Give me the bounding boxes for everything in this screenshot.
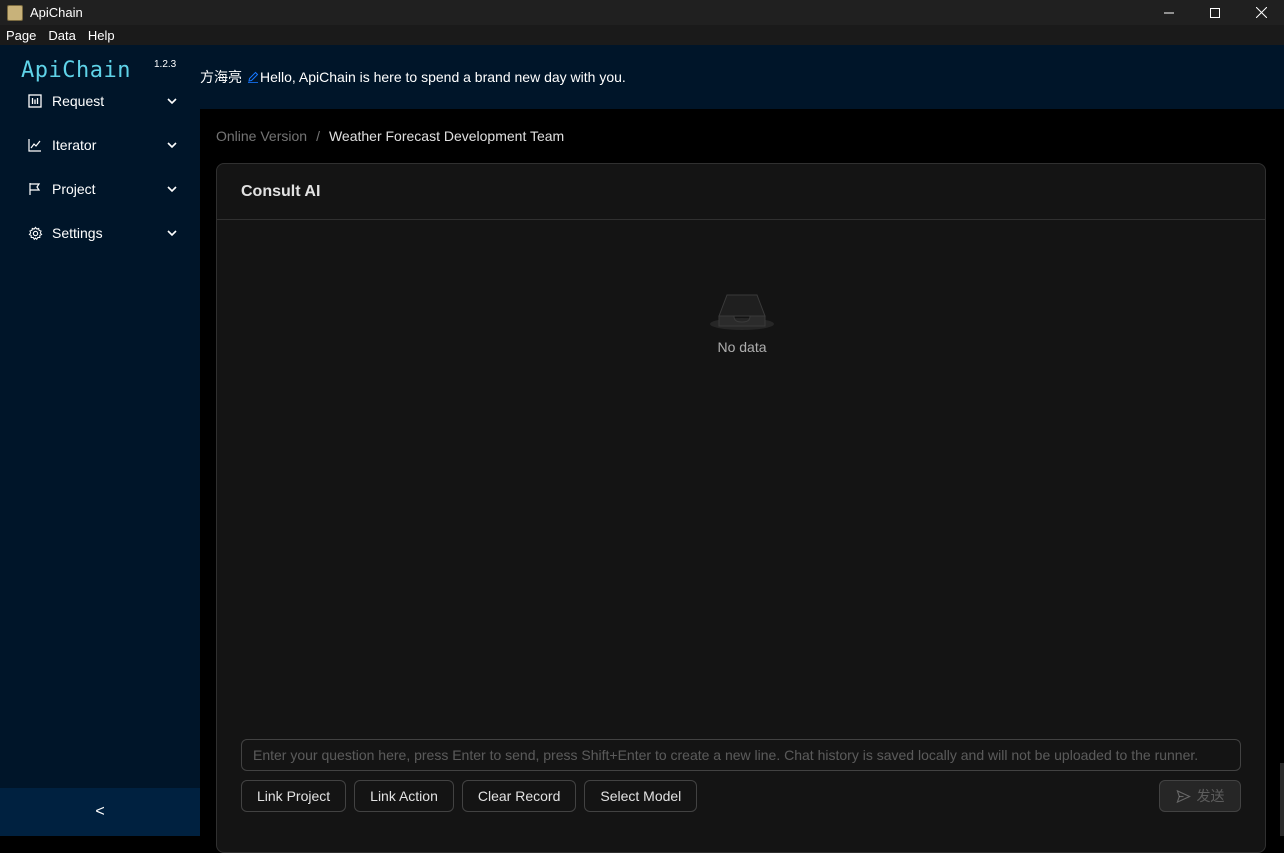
action-buttons: Link Project Link Action Clear Record Se… (241, 780, 698, 812)
clear-record-button[interactable]: Clear Record (461, 780, 577, 812)
sidebar: ApiChain 1.2.3 Request Iterator Project … (0, 45, 200, 836)
sidebar-collapse-button[interactable]: < (0, 788, 200, 836)
app-logo: ApiChain (21, 58, 131, 83)
empty-inbox-icon (710, 294, 774, 330)
chevron-down-icon (167, 186, 177, 193)
chevron-left-icon: < (95, 803, 105, 820)
send-icon (1175, 789, 1191, 803)
maximize-icon (1210, 7, 1220, 18)
sidebar-item-label: Iterator (52, 137, 97, 153)
app-icon (7, 4, 23, 21)
link-project-button[interactable]: Link Project (241, 780, 347, 812)
edit-icon[interactable] (247, 71, 259, 83)
sidebar-item-iterator[interactable]: Iterator (0, 125, 200, 165)
version-label: 1.2.3 (154, 59, 177, 70)
request-icon (27, 93, 43, 109)
sidebar-item-project[interactable]: Project (0, 169, 200, 209)
consult-ai-card: Consult AI No data Link Project Link Act… (216, 163, 1266, 853)
breadcrumb: Online Version / Weather Forecast Develo… (216, 128, 564, 144)
link-action-button[interactable]: Link Action (354, 780, 454, 812)
header-bar: 方海亮 Hello, ApiChain is here to spend a b… (200, 45, 1284, 109)
sidebar-item-label: Project (52, 181, 96, 197)
chevron-down-icon (167, 230, 177, 237)
chart-line-icon (27, 137, 43, 153)
sidebar-item-label: Request (52, 93, 105, 109)
breadcrumb-separator: / (316, 128, 320, 144)
sidebar-item-label: Settings (52, 225, 103, 241)
menu-bar: Page Data Help (0, 25, 1284, 45)
close-button[interactable] (1238, 0, 1284, 25)
send-label: 发送 (1196, 788, 1225, 804)
window-title: ApiChain (30, 5, 83, 20)
card-title: Consult AI (217, 164, 1265, 220)
flag-icon (27, 181, 43, 197)
sidebar-item-settings[interactable]: Settings (0, 213, 200, 253)
select-model-button[interactable]: Select Model (584, 780, 698, 812)
main-content: Online Version / Weather Forecast Develo… (200, 109, 1284, 853)
scrollbar[interactable] (1280, 763, 1284, 836)
user-name: 方海亮 (200, 69, 242, 85)
sidebar-item-request[interactable]: Request (0, 81, 200, 121)
chevron-down-icon (167, 142, 177, 149)
menu-page[interactable]: Page (0, 28, 42, 43)
chat-input[interactable] (241, 739, 1241, 771)
minimize-button[interactable] (1146, 0, 1192, 25)
gear-icon (27, 225, 43, 241)
window-titlebar: ApiChain (0, 0, 1284, 25)
menu-data[interactable]: Data (42, 28, 81, 43)
empty-text: No data (717, 339, 767, 355)
chevron-down-icon (167, 98, 177, 105)
greeting-text: Hello, ApiChain is here to spend a brand… (260, 69, 626, 85)
window-controls (1146, 0, 1284, 25)
breadcrumb-item[interactable]: Online Version (216, 128, 307, 144)
menu-help[interactable]: Help (82, 28, 121, 43)
close-icon (1255, 7, 1267, 18)
send-button[interactable]: 发送 (1159, 780, 1241, 812)
empty-state: No data (217, 290, 1267, 355)
maximize-button[interactable] (1192, 0, 1238, 25)
minimize-icon (1164, 12, 1174, 13)
breadcrumb-current: Weather Forecast Development Team (328, 128, 565, 144)
